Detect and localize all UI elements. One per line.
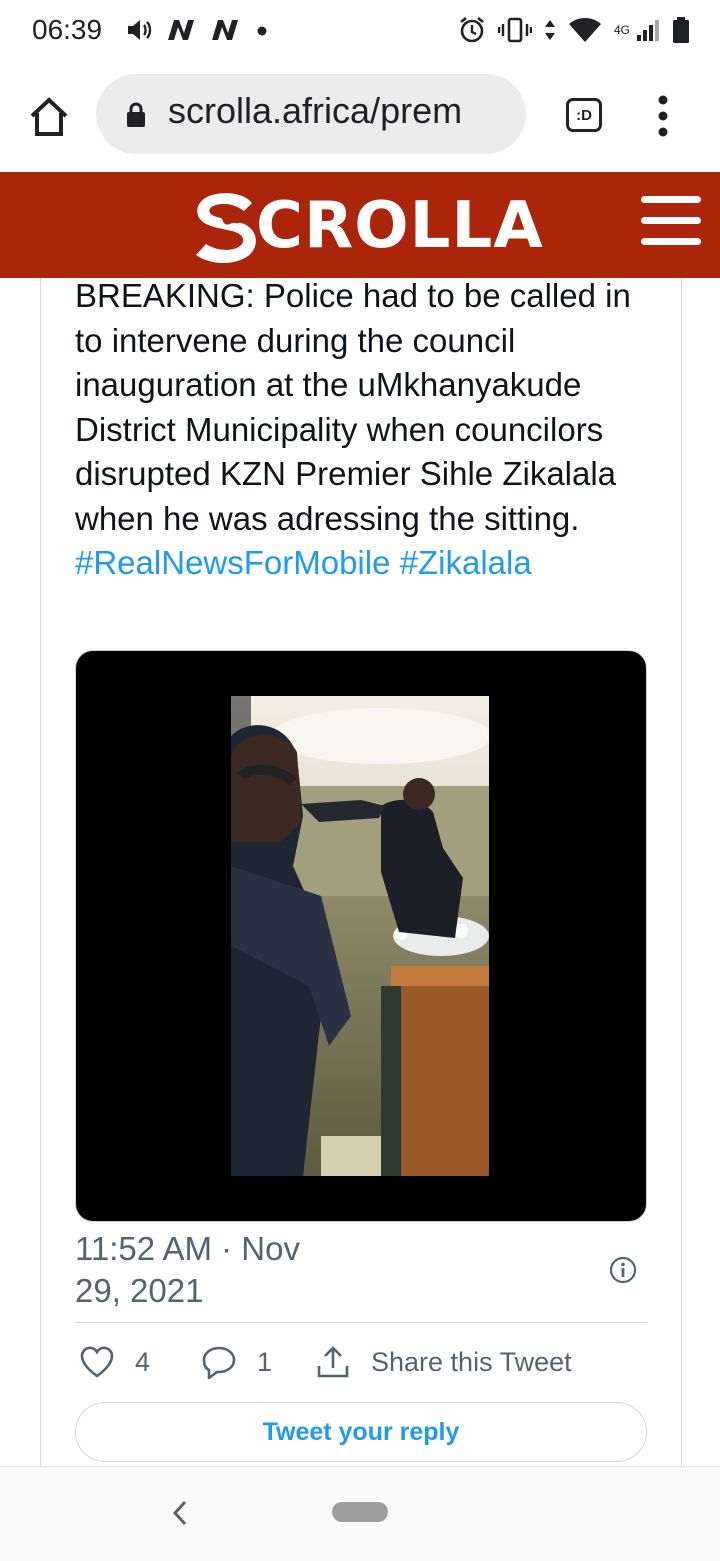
heart-icon bbox=[80, 1346, 114, 1378]
hamburger-icon[interactable] bbox=[640, 194, 702, 248]
video-thumbnail bbox=[231, 696, 489, 1176]
tweet-actions: 4 1 Share this Tweet bbox=[75, 1342, 647, 1382]
info-icon[interactable] bbox=[609, 1256, 637, 1284]
vibrate-icon bbox=[497, 17, 532, 43]
divider bbox=[75, 1322, 647, 1323]
tweet-body: BREAKING: Police had to be called in to … bbox=[75, 277, 631, 537]
share-icon bbox=[317, 1346, 349, 1378]
status-right-icons: 4G bbox=[458, 14, 690, 46]
status-time: 06:39 bbox=[32, 14, 103, 45]
like-button[interactable]: 4 bbox=[79, 1342, 150, 1382]
url-text[interactable]: scrolla.africa/prem bbox=[168, 90, 462, 132]
status-bar: 06:39 4G bbox=[0, 0, 720, 64]
like-count: 4 bbox=[135, 1346, 151, 1377]
home-pill-icon[interactable] bbox=[332, 1502, 388, 1522]
address-bar[interactable]: scrolla.africa/prem bbox=[96, 74, 526, 154]
wifi-icon bbox=[568, 18, 601, 42]
logo-s-icon bbox=[196, 193, 256, 263]
status-left-icons bbox=[126, 14, 270, 46]
home-icon[interactable] bbox=[26, 94, 72, 140]
share-label: Share this Tweet bbox=[371, 1346, 572, 1377]
site-logo[interactable]: CROLLA bbox=[190, 186, 544, 266]
more-vert-icon[interactable] bbox=[648, 92, 678, 140]
tweet-video[interactable] bbox=[75, 650, 647, 1222]
tweet-timestamp[interactable]: 11:52 AM · Nov 29, 2021 bbox=[75, 1228, 375, 1312]
reply-count-button[interactable]: 1 bbox=[201, 1342, 272, 1382]
lock-icon bbox=[127, 102, 145, 127]
hashtag-link[interactable]: #RealNewsForMobile bbox=[75, 544, 390, 581]
reply-count: 1 bbox=[257, 1346, 273, 1377]
timestamp-time: 11:52 AM · Nov bbox=[75, 1230, 300, 1267]
n-notification-icon bbox=[168, 20, 194, 40]
network-type: 4G bbox=[613, 23, 630, 37]
system-nav-bar bbox=[0, 1466, 720, 1561]
battery-icon bbox=[673, 17, 689, 43]
embedded-tweet: BREAKING: Police had to be called in to … bbox=[40, 277, 682, 1468]
back-chevron-icon[interactable] bbox=[172, 1499, 188, 1527]
site-header: CROLLA bbox=[0, 172, 720, 278]
tweet-your-reply-button[interactable]: Tweet your reply bbox=[75, 1402, 647, 1462]
data-arrows-icon bbox=[544, 20, 555, 40]
dot-icon bbox=[257, 26, 267, 36]
tweet-text: BREAKING: Police had to be called in to … bbox=[75, 274, 655, 586]
n-notification-icon bbox=[212, 20, 238, 40]
reply-icon bbox=[202, 1346, 236, 1379]
share-tweet-button[interactable]: Share this Tweet bbox=[315, 1342, 572, 1382]
alarm-icon bbox=[460, 16, 484, 43]
site-logo-text: CROLLA bbox=[256, 189, 544, 263]
signal-icon bbox=[637, 20, 659, 41]
hashtag-link[interactable]: #Zikalala bbox=[400, 544, 532, 581]
volume-icon bbox=[128, 20, 152, 40]
timestamp-date: 29, 2021 bbox=[75, 1272, 204, 1309]
browser-toolbar: scrolla.africa/prem :D bbox=[0, 64, 720, 170]
tab-switcher-button[interactable]: :D bbox=[566, 98, 602, 132]
